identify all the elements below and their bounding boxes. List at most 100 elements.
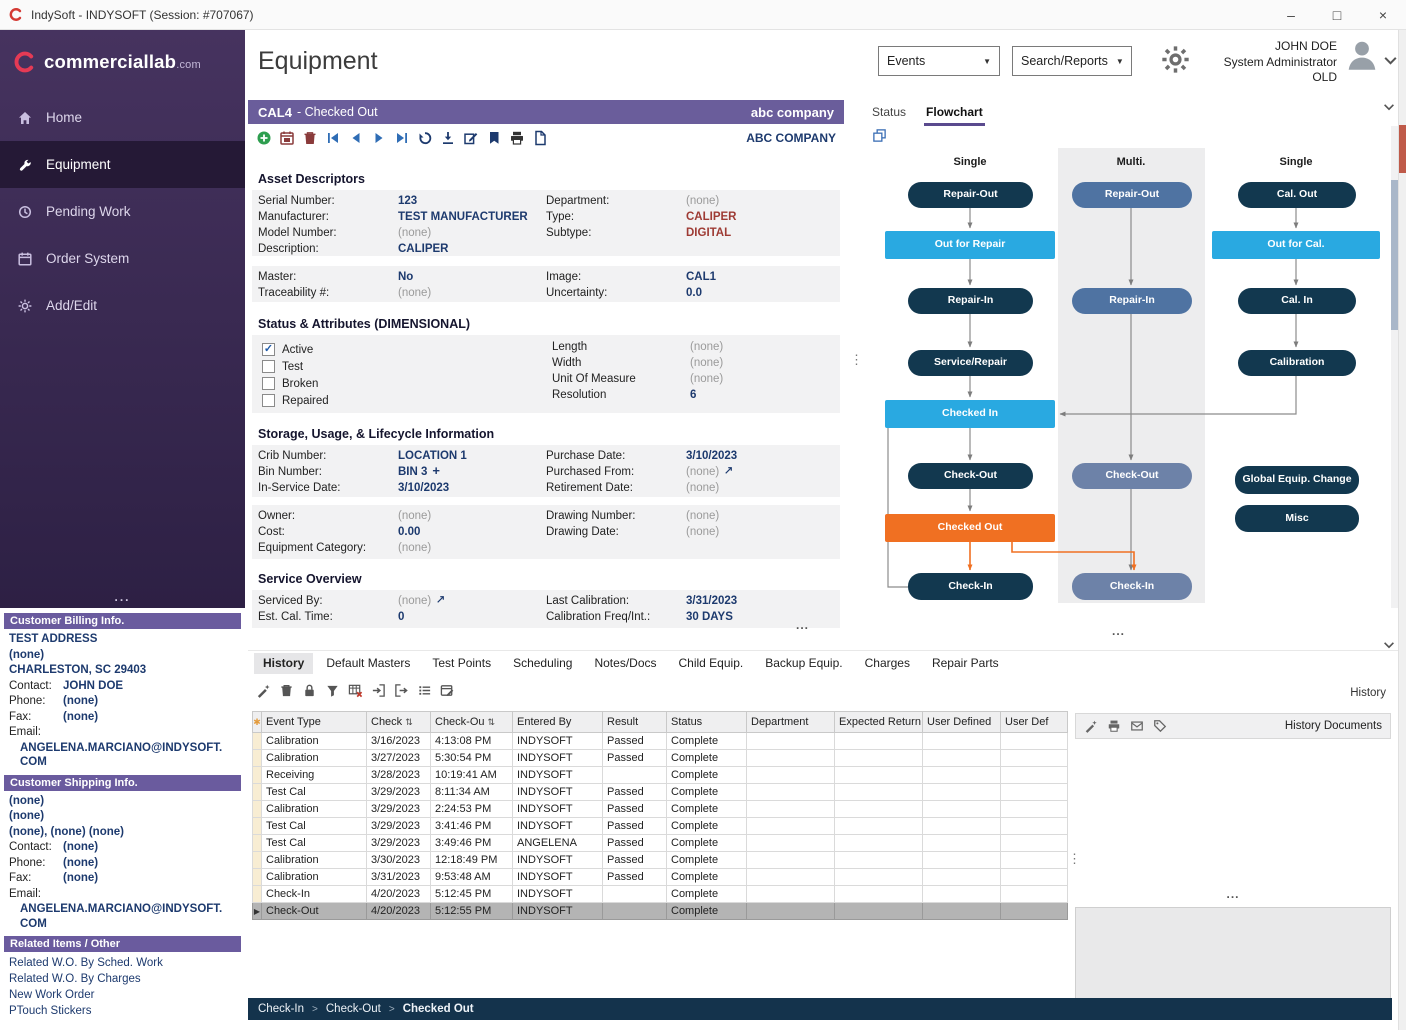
column-header[interactable]: User Def (1001, 712, 1068, 733)
flowchart-node-misc[interactable]: Misc (1235, 505, 1359, 532)
flag-icon[interactable] (486, 130, 502, 146)
tab-backup-equip-[interactable]: Backup Equip. (756, 653, 851, 674)
sidebar-item-home[interactable]: Home (0, 94, 245, 141)
checkbox-repaired[interactable]: Repaired (262, 392, 329, 409)
flowchart-node-checked-out[interactable]: Checked Out (885, 514, 1055, 542)
documents-resize-handle[interactable]: ... (1075, 887, 1391, 901)
table-row[interactable]: Test Cal3/29/20238:11:34 AMINDYSOFTPasse… (253, 784, 1068, 801)
flowchart-node-out-for-cal-[interactable]: Out for Cal. (1212, 231, 1380, 259)
sidebar-item-order-system[interactable]: Order System (0, 235, 245, 282)
undo-icon[interactable] (417, 130, 433, 146)
flowchart-node-cal-in[interactable]: Cal. In (1238, 288, 1356, 314)
calendar-edit-icon[interactable] (440, 683, 455, 698)
breadcrumb-item[interactable]: Check-Out (326, 1003, 381, 1015)
table-splitter-handle[interactable]: ⋮ (1068, 851, 1081, 867)
first-icon[interactable] (325, 130, 341, 146)
tab-test-points[interactable]: Test Points (423, 653, 500, 674)
window-scrollbar-thumb[interactable] (1399, 125, 1406, 173)
maximize-button[interactable]: □ (1314, 0, 1360, 29)
related-item-link[interactable]: Related W.O. By Charges (0, 971, 245, 987)
sidebar-item-equipment[interactable]: Equipment (0, 141, 245, 188)
table-row[interactable]: Calibration3/30/202312:18:49 PMINDYSOFTP… (253, 852, 1068, 869)
tab-charges[interactable]: Charges (856, 653, 919, 674)
flowchart-resize-handle[interactable]: ... (1112, 624, 1125, 638)
events-dropdown[interactable]: Events ▼ (878, 46, 1000, 76)
flowchart-node-check-out[interactable]: Check-Out (908, 463, 1033, 489)
print-icon[interactable] (1107, 719, 1121, 733)
goto-icon[interactable] (436, 595, 445, 604)
import-icon[interactable] (371, 683, 386, 698)
search-reports-dropdown[interactable]: Search/Reports ▼ (1012, 46, 1132, 76)
equipment-resize-handle[interactable]: ... (796, 618, 809, 632)
flowchart-node-global-equip-change[interactable]: Global Equip. Change (1235, 466, 1359, 494)
tab-scheduling[interactable]: Scheduling (504, 653, 581, 674)
doc-icon[interactable] (532, 130, 548, 146)
table-delete-icon[interactable] (348, 683, 363, 698)
flowchart-node-out-for-repair[interactable]: Out for Repair (885, 231, 1055, 259)
tag-icon[interactable] (1153, 719, 1167, 733)
panel-splitter-handle[interactable]: ⋮ (850, 352, 863, 368)
column-header[interactable]: Department (747, 712, 835, 733)
download-icon[interactable] (440, 130, 456, 146)
sidebar-item-pending-work[interactable]: Pending Work (0, 188, 245, 235)
window-scrollbar[interactable] (1398, 30, 1406, 1030)
checkbox-broken[interactable]: Broken (262, 375, 329, 392)
column-header[interactable]: Expected Return (835, 712, 923, 733)
table-row[interactable]: Test Cal3/29/20233:41:46 PMINDYSOFTPasse… (253, 818, 1068, 835)
wand-icon[interactable] (256, 683, 271, 698)
breadcrumb-item[interactable]: Checked Out (403, 1003, 474, 1015)
sidebar-item-add-edit[interactable]: Add/Edit (0, 282, 245, 329)
checkbox-active[interactable]: ✓Active (262, 341, 329, 358)
collapse-chevron-icon[interactable] (1382, 100, 1396, 117)
minimize-button[interactable]: – (1268, 0, 1314, 29)
calendar-icon[interactable] (279, 130, 295, 146)
flowchart-node-service-repair[interactable]: Service/Repair (908, 350, 1033, 376)
related-item-link[interactable]: Related W.O. By Sched. Work (0, 955, 245, 971)
print-icon[interactable] (509, 130, 525, 146)
tab-notes-docs[interactable]: Notes/Docs (585, 653, 665, 674)
sidebar-collapse-handle[interactable]: ... (0, 590, 245, 604)
next-icon[interactable] (371, 130, 387, 146)
table-row[interactable]: Receiving3/28/202310:19:41 AMINDYSOFTCom… (253, 767, 1068, 784)
column-header[interactable]: Event Type (262, 712, 367, 733)
mail-icon[interactable] (1130, 719, 1144, 733)
flowchart-node-repair-out[interactable]: Repair-Out (908, 182, 1033, 208)
table-row[interactable]: Calibration3/16/20234:13:08 PMINDYSOFTPa… (253, 733, 1068, 750)
sort-icon[interactable]: ⇅ (488, 717, 496, 727)
table-row[interactable]: Check-In4/20/20235:12:45 PMINDYSOFTCompl… (253, 886, 1068, 903)
breadcrumb-item[interactable]: Check-In (258, 1003, 304, 1015)
table-row[interactable]: Calibration3/31/20239:53:48 AMINDYSOFTPa… (253, 869, 1068, 886)
related-item-link[interactable]: New Work Order (0, 987, 245, 1003)
column-header[interactable]: Check⇅ (367, 712, 431, 733)
sort-icon[interactable]: ⇅ (405, 717, 413, 727)
table-row[interactable]: Test Cal3/29/20233:49:46 PMANGELENAPasse… (253, 835, 1068, 852)
table-row[interactable]: ▶Check-Out4/20/20235:12:55 PMINDYSOFTCom… (253, 903, 1068, 920)
checkbox-test[interactable]: Test (262, 358, 329, 375)
billing-email[interactable]: ANGELENA.MARCIANO@INDYSOFT.COM (0, 741, 228, 770)
column-header[interactable]: User Defined (923, 712, 1001, 733)
user-menu-chevron-icon[interactable] (1382, 52, 1399, 72)
export-icon[interactable] (394, 683, 409, 698)
tab-child-equip-[interactable]: Child Equip. (670, 653, 753, 674)
flowchart-node-repair-in[interactable]: Repair-In (1072, 288, 1192, 314)
column-header[interactable]: Check-Ou⇅ (431, 712, 513, 733)
add-bin-icon[interactable]: + (432, 465, 440, 476)
flowchart-node-check-in[interactable]: Check-In (1072, 573, 1192, 600)
last-icon[interactable] (394, 130, 410, 146)
flowchart-node-check-in[interactable]: Check-In (908, 573, 1033, 600)
list-icon[interactable] (417, 683, 432, 698)
prev-icon[interactable] (348, 130, 364, 146)
wand-icon[interactable] (1084, 719, 1098, 733)
avatar[interactable] (1343, 36, 1381, 77)
column-header[interactable]: Status (667, 712, 747, 733)
edit-box-icon[interactable] (463, 130, 479, 146)
column-header[interactable]: Result (603, 712, 667, 733)
flowchart-node-checked-in[interactable]: Checked In (885, 400, 1055, 428)
shipping-email[interactable]: ANGELENA.MARCIANO@INDYSOFT.COM (0, 902, 228, 931)
flowchart-node-calibration[interactable]: Calibration (1238, 350, 1356, 376)
settings-gear-button[interactable] (1160, 44, 1191, 78)
add-icon[interactable] (256, 130, 272, 146)
table-row[interactable]: Calibration3/29/20232:24:53 PMINDYSOFTPa… (253, 801, 1068, 818)
trash-icon[interactable] (302, 130, 318, 146)
related-item-link[interactable]: PTouch Stickers (0, 1003, 245, 1019)
